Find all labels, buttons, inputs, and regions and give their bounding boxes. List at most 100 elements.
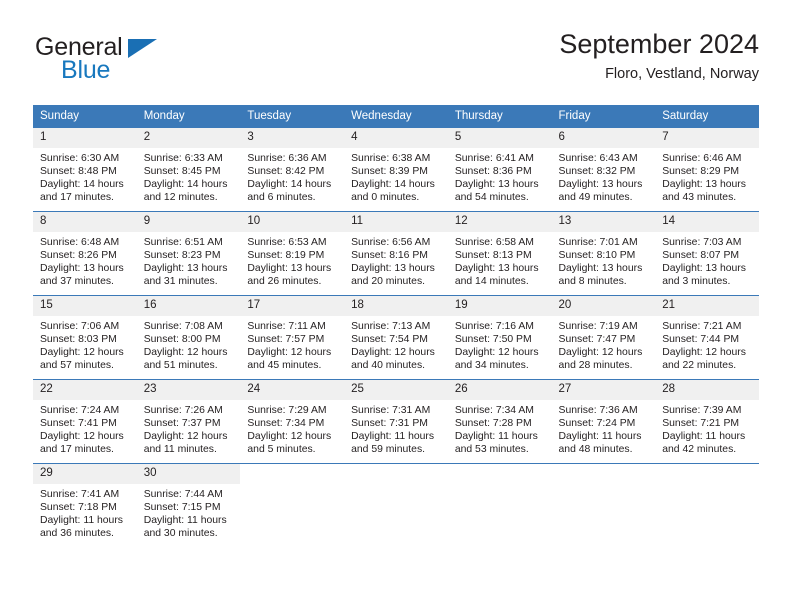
day-details: Sunrise: 6:56 AM Sunset: 8:16 PM Daylight:… <box>344 232 448 289</box>
triangle-icon <box>128 39 157 58</box>
calendar-day-cell[interactable]: 9 Sunrise: 6:51 AM Sunset: 8:23 PM Daylight… <box>136 211 241 296</box>
sunrise-text: Sunrise: 6:43 AM <box>558 152 638 164</box>
calendar-week-row: 15 Sunrise: 7:06 AM Sunset: 8:03 PM Dayligh… <box>33 295 759 380</box>
sunrise-text: Sunrise: 6:58 AM <box>454 236 534 248</box>
day-number: 4 <box>344 128 448 148</box>
sunrise-text: Sunrise: 7:24 AM <box>40 404 120 416</box>
calendar-day-cell[interactable]: 18 Sunrise: 7:13 AM Sunset: 7:54 PM Dayligh… <box>344 295 448 380</box>
sunset-text: Sunset: 7:54 PM <box>351 333 428 345</box>
calendar-day-cell[interactable]: 7 Sunrise: 6:46 AM Sunset: 8:29 PM Daylight… <box>655 127 759 212</box>
calendar-day-cell[interactable]: 30 Sunrise: 7:44 AM Sunset: 7:15 PM Dayligh… <box>136 463 241 547</box>
calendar-day-cell[interactable]: 15 Sunrise: 7:06 AM Sunset: 8:03 PM Dayligh… <box>33 295 137 380</box>
daylight-text-line2: and 42 minutes. <box>662 444 737 456</box>
day-number: 21 <box>655 296 759 316</box>
sunset-text: Sunset: 7:18 PM <box>40 501 117 513</box>
calendar-day-cell[interactable]: 26 Sunrise: 7:34 AM Sunset: 7:28 PM Dayligh… <box>447 379 552 464</box>
daylight-text-line2: and 43 minutes. <box>662 192 737 204</box>
day-details: Sunrise: 6:38 AM Sunset: 8:39 PM Daylight:… <box>344 148 448 205</box>
day-details: Sunrise: 7:01 AM Sunset: 8:10 PM Daylight:… <box>552 232 656 289</box>
calendar-day-cell[interactable]: 28 Sunrise: 7:39 AM Sunset: 7:21 PM Dayligh… <box>655 379 759 464</box>
day-number: 23 <box>136 380 241 400</box>
day-details: Sunrise: 7:16 AM Sunset: 7:50 PM Daylight:… <box>448 316 552 373</box>
calendar-day-cell[interactable]: 27 Sunrise: 7:36 AM Sunset: 7:24 PM Dayligh… <box>551 379 656 464</box>
daylight-text-line2: and 36 minutes. <box>40 528 114 540</box>
daylight-text-line2: and 59 minutes. <box>351 444 426 456</box>
day-number: 29 <box>33 464 137 484</box>
sunrise-text: Sunrise: 7:21 AM <box>662 320 742 332</box>
daylight-text-line1: Daylight: 12 hours <box>40 346 124 358</box>
daylight-text-line2: and 28 minutes. <box>558 360 633 372</box>
day-details: Sunrise: 6:36 AM Sunset: 8:42 PM Daylight:… <box>240 148 344 205</box>
sunrise-text: Sunrise: 6:56 AM <box>351 236 431 248</box>
calendar-day-cell[interactable]: 16 Sunrise: 7:08 AM Sunset: 8:00 PM Dayligh… <box>136 295 241 380</box>
calendar-day-cell[interactable]: 21 Sunrise: 7:21 AM Sunset: 7:44 PM Dayligh… <box>655 295 759 380</box>
calendar-day-cell[interactable]: 8 Sunrise: 6:48 AM Sunset: 8:26 PM Daylight… <box>33 211 137 296</box>
daylight-text-line2: and 14 minutes. <box>454 276 529 288</box>
calendar-day-cell[interactable]: 2 Sunrise: 6:33 AM Sunset: 8:45 PM Daylight… <box>136 127 241 212</box>
sunrise-text: Sunrise: 6:41 AM <box>454 152 534 164</box>
sunrise-text: Sunrise: 7:34 AM <box>454 404 534 416</box>
generalblue-logo[interactable]: General Blue <box>33 30 243 90</box>
sunset-text: Sunset: 8:23 PM <box>143 249 221 261</box>
calendar-day-cell[interactable]: 23 Sunrise: 7:26 AM Sunset: 7:37 PM Dayligh… <box>136 379 241 464</box>
daylight-text-line1: Daylight: 12 hours <box>454 346 539 358</box>
sunset-text: Sunset: 7:50 PM <box>454 333 532 345</box>
daylight-text-line2: and 22 minutes. <box>662 360 737 372</box>
day-details: Sunrise: 6:46 AM Sunset: 8:29 PM Daylight:… <box>655 148 759 205</box>
calendar-day-cell[interactable]: 20 Sunrise: 7:19 AM Sunset: 7:47 PM Dayligh… <box>551 295 656 380</box>
day-details: Sunrise: 6:41 AM Sunset: 8:36 PM Daylight:… <box>448 148 552 205</box>
daylight-text-line1: Daylight: 13 hours <box>558 262 643 274</box>
calendar-day-cell[interactable]: 25 Sunrise: 7:31 AM Sunset: 7:31 PM Dayligh… <box>344 379 448 464</box>
daylight-text-line2: and 49 minutes. <box>558 192 633 204</box>
day-details: Sunrise: 7:13 AM Sunset: 7:54 PM Daylight:… <box>344 316 448 373</box>
calendar-day-cell[interactable]: 6 Sunrise: 6:43 AM Sunset: 8:32 PM Daylight… <box>551 127 656 212</box>
calendar-day-cell[interactable]: 24 Sunrise: 7:29 AM Sunset: 7:34 PM Dayligh… <box>240 379 345 464</box>
calendar-day-cell[interactable]: 17 Sunrise: 7:11 AM Sunset: 7:57 PM Dayligh… <box>240 295 345 380</box>
calendar-day-cell[interactable]: 29 Sunrise: 7:41 AM Sunset: 7:18 PM Dayligh… <box>33 463 137 547</box>
day-number: 1 <box>33 128 137 148</box>
calendar-day-cell[interactable]: 22 Sunrise: 7:24 AM Sunset: 7:41 PM Dayligh… <box>33 379 137 464</box>
sunset-text: Sunset: 8:26 PM <box>40 249 117 261</box>
sunset-text: Sunset: 8:32 PM <box>558 165 636 177</box>
daylight-text-line1: Daylight: 12 hours <box>247 430 332 442</box>
calendar-day-cell[interactable]: 1 Sunrise: 6:30 AM Sunset: 8:48 PM Daylight… <box>33 127 137 212</box>
calendar-day-cell[interactable]: 14 Sunrise: 7:03 AM Sunset: 8:07 PM Dayligh… <box>655 211 759 296</box>
sunset-text: Sunset: 8:39 PM <box>351 165 428 177</box>
daylight-text-line1: Daylight: 13 hours <box>143 262 228 274</box>
weekday-header-saturday: Saturday <box>655 105 759 128</box>
sunset-text: Sunset: 7:37 PM <box>143 417 221 429</box>
calendar-week-row: 8 Sunrise: 6:48 AM Sunset: 8:26 PM Daylight… <box>33 211 759 296</box>
daylight-text-line2: and 8 minutes. <box>558 276 627 288</box>
day-number: 27 <box>551 380 656 400</box>
calendar-day-cell[interactable]: 13 Sunrise: 7:01 AM Sunset: 8:10 PM Dayligh… <box>551 211 656 296</box>
calendar-day-cell[interactable]: 3 Sunrise: 6:36 AM Sunset: 8:42 PM Daylight… <box>240 127 345 212</box>
sunrise-text: Sunrise: 7:26 AM <box>143 404 223 416</box>
sunset-text: Sunset: 7:47 PM <box>558 333 636 345</box>
sunrise-text: Sunrise: 6:51 AM <box>143 236 223 248</box>
day-number: 25 <box>344 380 448 400</box>
day-number: 5 <box>447 128 552 148</box>
calendar-day-cell[interactable]: 10 Sunrise: 6:53 AM Sunset: 8:19 PM Dayligh… <box>240 211 345 296</box>
title-block: September 2024 Floro, Vestland, Norway <box>559 29 759 83</box>
day-number: 20 <box>551 296 656 316</box>
calendar-day-cell[interactable]: 11 Sunrise: 6:56 AM Sunset: 8:16 PM Dayligh… <box>344 211 448 296</box>
daylight-text-line1: Daylight: 12 hours <box>143 430 228 442</box>
daylight-text-line1: Daylight: 14 hours <box>351 178 435 190</box>
sunrise-text: Sunrise: 6:36 AM <box>247 152 327 164</box>
sunset-text: Sunset: 7:34 PM <box>247 417 325 429</box>
day-details: Sunrise: 7:24 AM Sunset: 7:41 PM Daylight:… <box>33 400 137 457</box>
calendar-day-cell[interactable]: 12 Sunrise: 6:58 AM Sunset: 8:13 PM Dayligh… <box>447 211 552 296</box>
day-number: 3 <box>240 128 345 148</box>
sunrise-text: Sunrise: 7:11 AM <box>247 320 326 332</box>
daylight-text-line1: Daylight: 12 hours <box>40 430 124 442</box>
day-details: Sunrise: 7:44 AM Sunset: 7:15 PM Daylight:… <box>137 484 241 541</box>
calendar-day-cell[interactable]: 5 Sunrise: 6:41 AM Sunset: 8:36 PM Daylight… <box>447 127 552 212</box>
day-details: Sunrise: 6:48 AM Sunset: 8:26 PM Daylight:… <box>33 232 137 289</box>
day-number: 16 <box>136 296 241 316</box>
calendar-week-row: 29 Sunrise: 7:41 AM Sunset: 7:18 PM Dayligh… <box>33 463 759 547</box>
daylight-text-line1: Daylight: 12 hours <box>143 346 228 358</box>
calendar-day-cell[interactable]: 4 Sunrise: 6:38 AM Sunset: 8:39 PM Daylight… <box>344 127 448 212</box>
sunrise-text: Sunrise: 6:38 AM <box>351 152 431 164</box>
calendar-day-cell[interactable]: 19 Sunrise: 7:16 AM Sunset: 7:50 PM Dayligh… <box>447 295 552 380</box>
day-details: Sunrise: 7:31 AM Sunset: 7:31 PM Daylight:… <box>344 400 448 457</box>
